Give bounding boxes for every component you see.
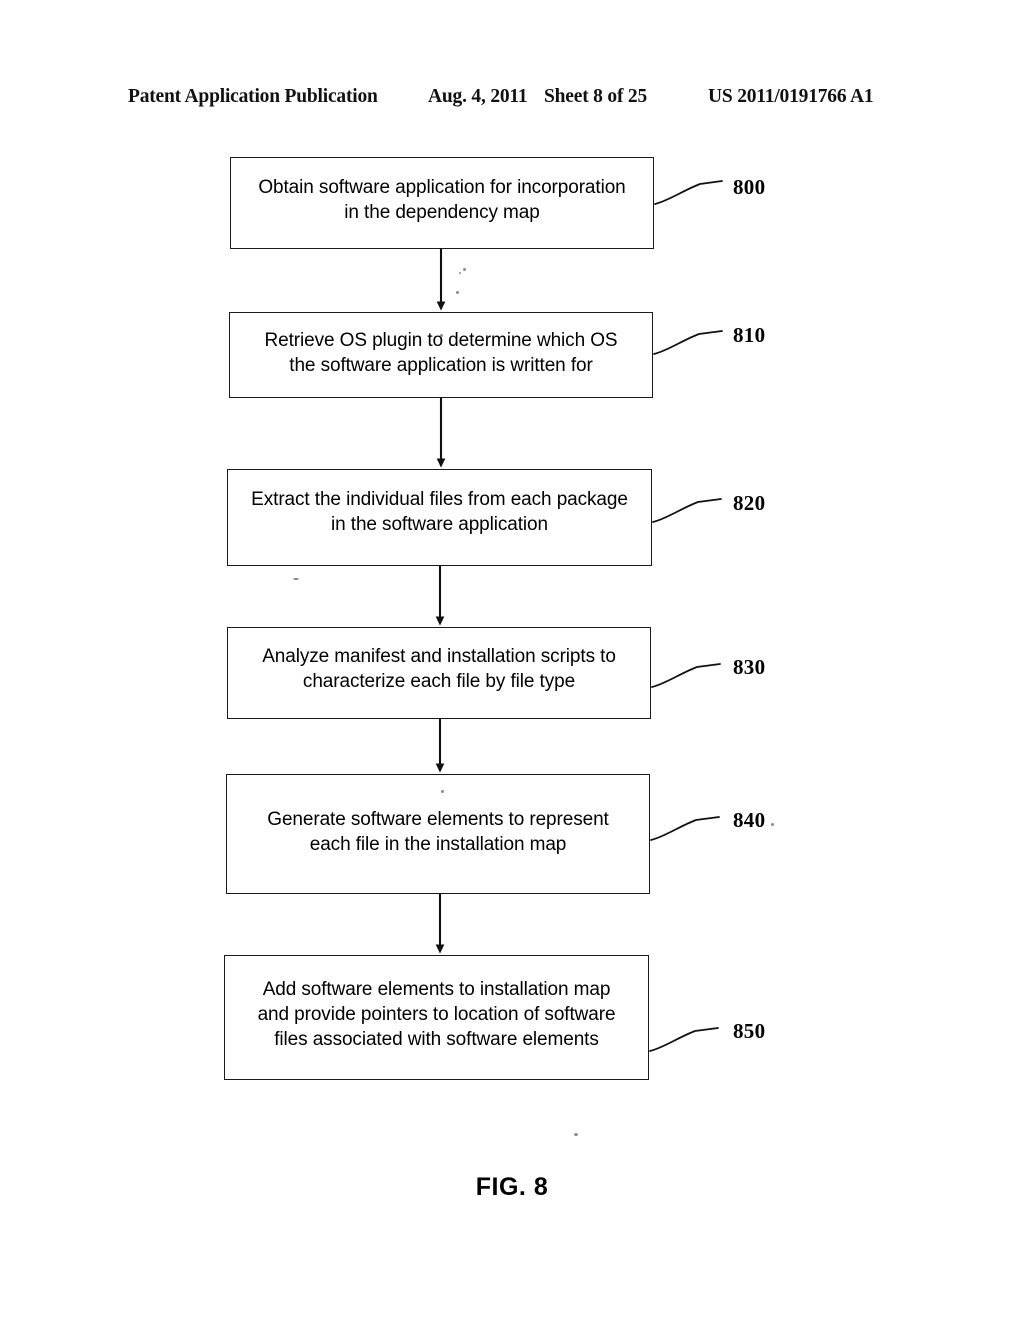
reference-numeral-830: 830 xyxy=(733,655,766,679)
flow-node-850[interactable]: Add software elements to installation ma… xyxy=(224,955,649,1080)
scan-speck xyxy=(440,334,443,337)
flow-node-810[interactable]: Retrieve OS plugin to determine which OS… xyxy=(229,312,653,398)
flowchart: Obtain software application for incorpor… xyxy=(0,0,1024,1320)
scan-speck xyxy=(771,823,774,826)
flow-node-830[interactable]: Analyze manifest and installation script… xyxy=(227,627,651,719)
scan-speck xyxy=(441,790,444,793)
scan-speck xyxy=(459,272,461,274)
flow-node-820-text: Extract the individual files from each p… xyxy=(251,489,628,535)
reference-numeral-820: 820 xyxy=(733,491,766,515)
scan-speck xyxy=(293,578,299,580)
flow-node-830-text: Analyze manifest and installation script… xyxy=(262,646,616,692)
reference-numeral-800: 800 xyxy=(733,175,766,199)
flow-node-850-text: Add software elements to installation ma… xyxy=(257,979,616,1050)
flow-node-840[interactable]: Generate software elements to represent … xyxy=(226,774,650,894)
flow-node-800-text: Obtain software application for incorpor… xyxy=(258,177,626,223)
flow-node-800[interactable]: Obtain software application for incorpor… xyxy=(230,157,654,249)
flow-node-820[interactable]: Extract the individual files from each p… xyxy=(227,469,652,566)
scan-speck xyxy=(456,291,459,294)
flow-node-840-text: Generate software elements to represent … xyxy=(267,809,609,855)
reference-numeral-840: 840 xyxy=(733,808,766,832)
reference-numeral-850: 850 xyxy=(733,1019,766,1043)
scan-speck xyxy=(463,268,466,271)
figure-caption: FIG. 8 xyxy=(475,1173,549,1201)
reference-numeral-810: 810 xyxy=(733,323,766,347)
scan-speck xyxy=(574,1133,578,1136)
